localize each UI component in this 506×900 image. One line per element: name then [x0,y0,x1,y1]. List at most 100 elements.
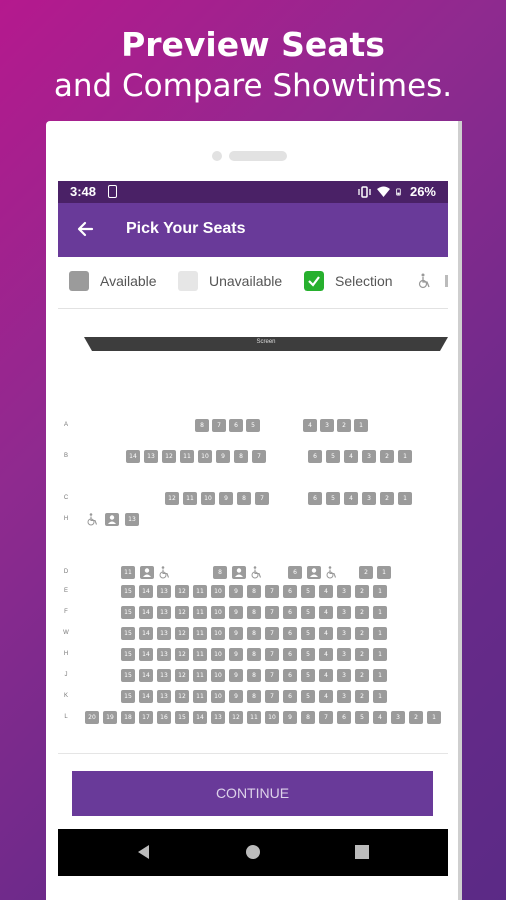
nav-back-icon[interactable] [136,843,152,861]
seat[interactable]: 13 [144,450,158,463]
seat[interactable]: 8 [213,566,227,579]
seat[interactable]: 4 [319,606,333,619]
wheelchair-icon[interactable] [85,513,99,526]
seat[interactable]: 12 [175,627,189,640]
seat[interactable]: 8 [247,648,261,661]
seat[interactable]: 13 [157,627,171,640]
seat[interactable]: 14 [126,450,140,463]
seat[interactable]: 5 [301,669,315,682]
seat[interactable]: 3 [337,690,351,703]
seat[interactable]: 9 [229,606,243,619]
seat[interactable]: 10 [211,669,225,682]
seat[interactable]: 7 [319,711,333,724]
seat[interactable]: 2 [355,690,369,703]
seat[interactable]: 7 [265,606,279,619]
seat[interactable]: 10 [211,606,225,619]
seat[interactable]: 3 [337,627,351,640]
seat[interactable]: 7 [265,648,279,661]
seat[interactable]: 12 [175,690,189,703]
seat[interactable]: 3 [362,492,376,505]
seat[interactable]: 14 [193,711,207,724]
seat[interactable]: 2 [355,627,369,640]
seat[interactable]: 12 [165,492,179,505]
companion-seat-icon[interactable] [232,566,246,579]
seat[interactable]: 4 [319,585,333,598]
seat[interactable]: 4 [319,669,333,682]
seat[interactable]: 5 [301,606,315,619]
seat[interactable]: 19 [103,711,117,724]
seat[interactable]: 1 [373,648,387,661]
seat[interactable]: 3 [337,669,351,682]
seat[interactable]: 6 [337,711,351,724]
seat[interactable]: 4 [319,627,333,640]
seat[interactable]: 9 [229,669,243,682]
seat[interactable]: 3 [362,450,376,463]
wheelchair-icon[interactable] [157,566,171,579]
seat[interactable]: 5 [301,648,315,661]
seat[interactable]: 3 [320,419,334,432]
seat[interactable]: 4 [344,492,358,505]
seat[interactable]: 7 [265,669,279,682]
seat[interactable]: 6 [283,627,297,640]
seat[interactable]: 20 [85,711,99,724]
seat[interactable]: 7 [255,492,269,505]
seat[interactable]: 1 [373,585,387,598]
seat[interactable]: 7 [265,627,279,640]
seat[interactable]: 10 [211,690,225,703]
seat[interactable]: 2 [409,711,423,724]
seat[interactable]: 12 [229,711,243,724]
seat[interactable]: 15 [121,669,135,682]
seat[interactable]: 5 [355,711,369,724]
seat[interactable]: 15 [121,585,135,598]
seat[interactable]: 15 [121,606,135,619]
seat[interactable]: 6 [288,566,302,579]
seat[interactable]: 2 [359,566,373,579]
seat[interactable]: 8 [247,606,261,619]
seat[interactable]: 2 [355,585,369,598]
seat[interactable]: 11 [180,450,194,463]
continue-button[interactable]: CONTINUE [72,771,433,816]
seat[interactable]: 6 [283,606,297,619]
seat[interactable]: 11 [193,627,207,640]
seat[interactable]: 10 [211,648,225,661]
seat[interactable]: 7 [265,585,279,598]
seat[interactable]: 2 [355,606,369,619]
seat[interactable]: 1 [427,711,441,724]
seat[interactable]: 11 [193,648,207,661]
seat[interactable]: 13 [157,690,171,703]
seat[interactable]: 1 [398,450,412,463]
seat[interactable]: 12 [175,648,189,661]
seat[interactable]: 10 [201,492,215,505]
seat[interactable]: 4 [303,419,317,432]
seat[interactable]: 4 [373,711,387,724]
seat[interactable]: 11 [247,711,261,724]
seat[interactable]: 17 [139,711,153,724]
seat[interactable]: 7 [212,419,226,432]
seat[interactable]: 3 [391,711,405,724]
seat[interactable]: 5 [326,492,340,505]
seat[interactable]: 7 [252,450,266,463]
seat[interactable]: 2 [337,419,351,432]
seat[interactable]: 10 [211,585,225,598]
seat[interactable]: 6 [283,648,297,661]
seat[interactable]: 1 [354,419,368,432]
seat[interactable]: 8 [247,669,261,682]
seat[interactable]: 5 [301,627,315,640]
seat[interactable]: 2 [355,648,369,661]
seat[interactable]: 5 [246,419,260,432]
seat[interactable]: 3 [337,585,351,598]
seat[interactable]: 8 [247,627,261,640]
seat[interactable]: 15 [121,627,135,640]
companion-seat-icon[interactable] [140,566,154,579]
seat[interactable]: 14 [139,585,153,598]
companion-seat-icon[interactable] [105,513,119,526]
seat[interactable]: 9 [283,711,297,724]
seat[interactable]: 11 [193,585,207,598]
seat[interactable]: 5 [301,585,315,598]
seat[interactable]: 16 [157,711,171,724]
seat[interactable]: 3 [337,648,351,661]
seat[interactable]: 8 [237,492,251,505]
seat[interactable]: 15 [175,711,189,724]
seat[interactable]: 13 [157,606,171,619]
seat[interactable]: 6 [308,492,322,505]
